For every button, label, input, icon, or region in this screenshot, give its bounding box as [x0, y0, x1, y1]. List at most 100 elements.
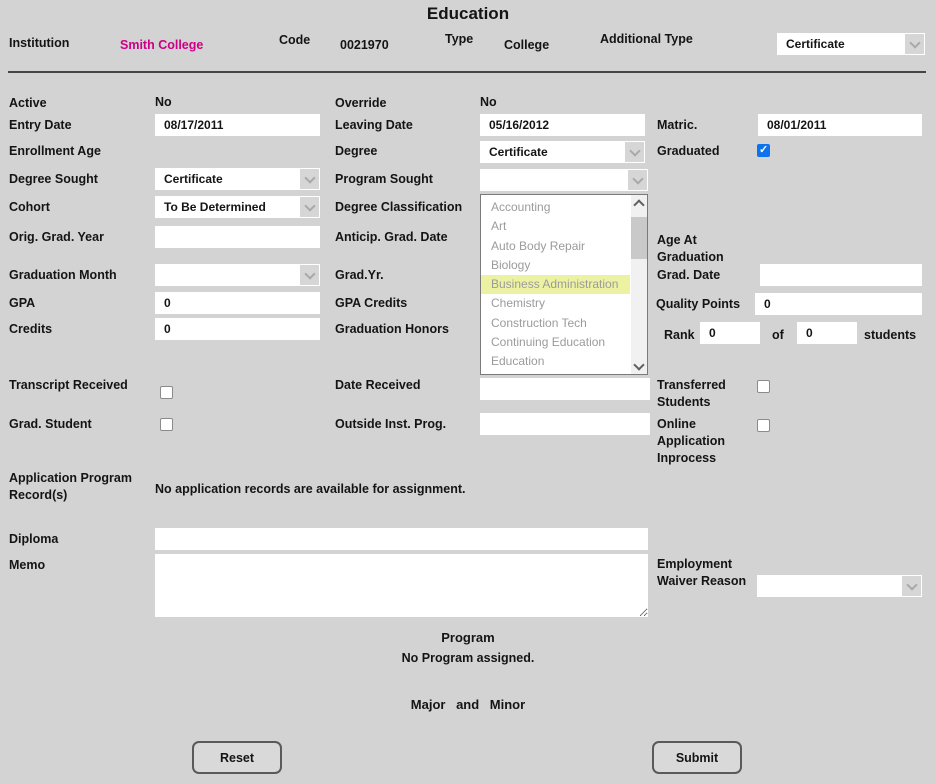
- dropdown-option[interactable]: Art: [481, 217, 630, 236]
- age-at-graduation-label: Age At Graduation: [657, 233, 724, 264]
- type-value: College: [504, 38, 550, 52]
- reset-button[interactable]: Reset: [192, 741, 282, 774]
- degree-sought-value: Certificate: [164, 172, 223, 186]
- scroll-down-icon[interactable]: [631, 358, 647, 374]
- dropdown-option[interactable]: Education: [481, 352, 630, 371]
- program-sought-label: Program Sought: [335, 172, 433, 186]
- cohort-value: To Be Determined: [164, 200, 266, 214]
- program-section-title: Program: [441, 630, 495, 645]
- grad-student-label: Grad. Student: [9, 417, 92, 431]
- grad-yr-label: Grad.Yr.: [335, 268, 384, 282]
- outside-inst-prog-input[interactable]: [480, 413, 650, 435]
- scrollbar-thumb[interactable]: [631, 217, 647, 259]
- page-title: Education: [426, 4, 510, 23]
- additional-type-value: Certificate: [786, 37, 845, 51]
- date-received-label: Date Received: [335, 378, 421, 392]
- enrollment-age-label: Enrollment Age: [9, 144, 101, 158]
- transcript-received-label: Transcript Received: [9, 378, 128, 392]
- transferred-students-label: Transferred Students: [657, 378, 726, 409]
- degree-sought-select[interactable]: Certificate: [155, 168, 320, 190]
- dropdown-option[interactable]: Business Administration: [481, 275, 630, 295]
- cohort-select[interactable]: To Be Determined: [155, 196, 320, 218]
- degree-classification-label: Degree Classification: [335, 200, 463, 214]
- degree-sought-label: Degree Sought: [9, 172, 98, 186]
- date-received-input[interactable]: [480, 378, 650, 400]
- additional-type-select[interactable]: Certificate: [777, 33, 925, 55]
- listbox-scrollbar[interactable]: [631, 195, 647, 374]
- leaving-date-input[interactable]: [480, 114, 645, 136]
- grad-student-checkbox[interactable]: [160, 418, 173, 431]
- program-sought-options: Accounting Art Auto Body Repair Biology Busi…: [481, 198, 630, 374]
- graduated-label: Graduated: [657, 144, 720, 158]
- graduation-honors-label: Graduation Honors: [335, 322, 449, 336]
- code-label: Code: [279, 33, 311, 47]
- memo-textarea[interactable]: [155, 554, 648, 617]
- institution-link[interactable]: Smith College: [120, 38, 203, 52]
- type-label: Type: [445, 32, 474, 46]
- chevron-down-icon: [902, 576, 921, 596]
- leaving-date-label: Leaving Date: [335, 118, 413, 132]
- active-value: No: [155, 95, 172, 109]
- orig-grad-year-label: Orig. Grad. Year: [9, 230, 104, 244]
- dropdown-option[interactable]: Chemistry: [481, 294, 630, 313]
- employment-waiver-reason-label: Employment Waiver Reason: [657, 557, 747, 588]
- transferred-students-checkbox[interactable]: [757, 380, 770, 393]
- outside-inst-prog-label: Outside Inst. Prog.: [335, 417, 447, 431]
- override-value: No: [480, 95, 497, 109]
- quality-points-label: Quality Points: [656, 297, 741, 311]
- online-application-inprocess-label: Online Application Inprocess: [657, 417, 726, 465]
- dropdown-option[interactable]: Accounting: [481, 198, 630, 217]
- graduation-month-select[interactable]: [155, 264, 320, 286]
- code-value: 0021970: [340, 38, 389, 52]
- education-form: Education Institution Smith College Code…: [0, 0, 936, 783]
- memo-label: Memo: [9, 558, 46, 572]
- chevron-down-icon: [905, 34, 924, 54]
- graduated-checkbox[interactable]: [757, 143, 770, 157]
- scroll-up-icon[interactable]: [631, 195, 647, 211]
- students-label: students: [864, 328, 917, 342]
- dropdown-option[interactable]: Biology: [481, 256, 630, 275]
- online-application-checkbox[interactable]: [757, 419, 770, 432]
- program-sought-select[interactable]: [480, 169, 648, 191]
- rank-input[interactable]: [700, 322, 760, 344]
- grad-date-label: Grad. Date: [657, 268, 721, 282]
- chevron-down-icon: [625, 142, 644, 162]
- rank-total-input[interactable]: [797, 322, 857, 344]
- dropdown-option[interactable]: Continuing Education: [481, 333, 630, 352]
- application-program-records-label: Application Program Record(s): [9, 471, 132, 502]
- anticip-grad-date-label: Anticip. Grad. Date: [335, 230, 448, 244]
- dropdown-option[interactable]: Construction Tech: [481, 314, 630, 333]
- chevron-down-icon: [628, 170, 647, 190]
- degree-label: Degree: [335, 144, 378, 158]
- submit-button[interactable]: Submit: [652, 741, 742, 774]
- additional-type-label: Additional Type: [600, 32, 693, 46]
- employment-waiver-reason-select[interactable]: [757, 575, 922, 597]
- transcript-received-checkbox[interactable]: [160, 386, 173, 399]
- gpa-label: GPA: [9, 296, 36, 310]
- header-divider: [8, 71, 926, 73]
- active-label: Active: [9, 96, 47, 110]
- matric-label: Matric.: [657, 118, 698, 132]
- chevron-down-icon: [300, 169, 319, 189]
- chevron-down-icon: [300, 265, 319, 285]
- graduation-month-label: Graduation Month: [9, 268, 117, 282]
- degree-value: Certificate: [489, 145, 548, 159]
- credits-input[interactable]: [155, 318, 320, 340]
- rank-of-label: of: [772, 328, 784, 342]
- diploma-label: Diploma: [9, 532, 59, 546]
- override-label: Override: [335, 96, 387, 110]
- degree-select[interactable]: Certificate: [480, 141, 645, 163]
- grad-date-input[interactable]: [760, 264, 922, 286]
- rank-label: Rank: [664, 328, 695, 342]
- diploma-input[interactable]: [155, 528, 648, 550]
- entry-date-input[interactable]: [155, 114, 320, 136]
- application-program-records-message: No application records are available for…: [155, 482, 466, 496]
- dropdown-option[interactable]: Auto Body Repair: [481, 237, 630, 256]
- quality-points-input[interactable]: [755, 293, 922, 315]
- matric-input[interactable]: [758, 114, 922, 136]
- chevron-down-icon: [300, 197, 319, 217]
- major-minor-section-title: Major and Minor: [410, 697, 526, 712]
- program-sought-listbox[interactable]: Accounting Art Auto Body Repair Biology Busi…: [480, 194, 648, 375]
- orig-grad-year-input[interactable]: [155, 226, 320, 248]
- gpa-input[interactable]: [155, 292, 320, 314]
